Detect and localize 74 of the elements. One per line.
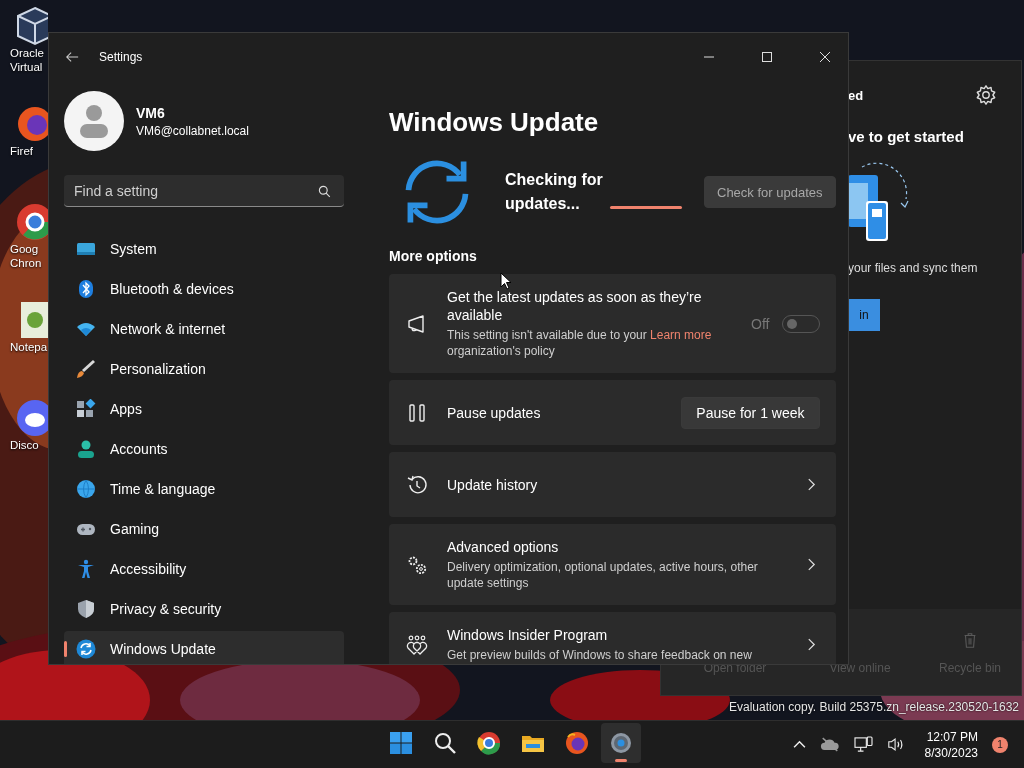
chevron-up-icon[interactable] — [792, 740, 806, 749]
notification-badge[interactable]: 1 — [992, 736, 1008, 753]
option-title: Get the latest updates as soon as they’re available — [447, 288, 703, 324]
time-icon — [76, 479, 96, 499]
volume-icon[interactable] — [886, 737, 905, 752]
nav-item[interactable]: Bluetooth & devices — [64, 271, 344, 307]
accounts-icon — [76, 439, 96, 459]
account-name: VM6 — [136, 104, 166, 121]
panel-heading: ve to get started — [848, 128, 965, 145]
option-description: Get preview builds of Windows to share feedback on new — [447, 647, 753, 663]
desktop-icon-label: Virtual — [9, 60, 43, 74]
desktop-icon-label: Firef — [9, 144, 33, 158]
section-heading: More options — [389, 248, 478, 264]
chevron-icon — [806, 478, 816, 491]
hearts-icon — [406, 633, 428, 656]
sign-in-button[interactable]: in — [848, 299, 880, 331]
option-title: Pause updates — [447, 403, 542, 422]
avatar — [64, 91, 124, 151]
nav-item[interactable]: System — [64, 231, 344, 267]
nav-item[interactable]: Privacy & security — [64, 591, 344, 627]
option-card[interactable]: Windows Insider Program Get preview builds of Windows to share feedback on new — [389, 612, 836, 664]
desktop-icon-label: Notepa — [9, 340, 48, 354]
chevron-icon — [806, 558, 816, 571]
history-icon — [406, 473, 428, 496]
toggle-state-label: Off — [751, 315, 770, 332]
search-icon[interactable] — [318, 185, 331, 198]
desktop-icon-label: Chron — [9, 256, 42, 270]
option-title: Update history — [447, 475, 539, 494]
nav-item[interactable]: Windows Update — [64, 631, 344, 664]
window-title: Settings — [99, 50, 143, 64]
option-description: This setting isn't available due to your Learn more organization's policy — [447, 327, 713, 359]
settings-icon[interactable] — [975, 84, 997, 106]
cube-icon[interactable] — [15, 6, 48, 46]
option-card[interactable]: Advanced options Delivery optimization, optional updates, active hours, other update settings — [389, 524, 836, 605]
clock[interactable]: 12:07 PM 8/30/2023 — [924, 728, 978, 761]
option-title: Advanced options — [447, 538, 560, 556]
cloud-off-icon[interactable] — [819, 737, 840, 752]
nav-item[interactable]: Accessibility — [64, 551, 344, 587]
option-card[interactable]: Update history — [389, 452, 836, 517]
panel-title: ed — [848, 87, 864, 103]
nav-item[interactable]: Network & internet — [64, 311, 344, 347]
option-description: Delivery optimization, optional updates, active hours, other update settings — [447, 559, 759, 591]
apps-icon — [76, 399, 96, 419]
desktop-icon-label: Disco — [9, 438, 39, 452]
nav-item[interactable]: Gaming — [64, 511, 344, 547]
browser-icon — [477, 731, 501, 755]
pause-icon — [406, 401, 428, 424]
search-icon — [433, 731, 457, 755]
chevron-icon — [806, 638, 816, 651]
nav-item[interactable]: Personalization — [64, 351, 344, 387]
fox-icon — [565, 731, 589, 755]
network-icon[interactable] — [853, 736, 873, 753]
back-icon[interactable] — [65, 50, 79, 64]
brush-icon — [76, 359, 96, 379]
shield-icon — [76, 599, 96, 619]
update-icon — [76, 639, 96, 659]
cursor-icon — [500, 272, 512, 290]
maximize-icon[interactable] — [761, 51, 773, 63]
pause-button[interactable]: Pause for 1 week — [681, 396, 820, 429]
close-icon[interactable] — [819, 51, 831, 63]
option-title: Windows Insider Program — [447, 626, 609, 644]
panel-text: your files and sync them — [848, 261, 979, 275]
search-field[interactable]: Find a setting — [64, 175, 344, 207]
update-status: Checking for updates... — [505, 170, 604, 214]
settings-icon — [609, 731, 633, 755]
page-title: Windows Update — [389, 107, 600, 138]
desktop-icon-label: Goog — [9, 242, 39, 256]
bluetooth-icon — [76, 279, 96, 299]
desktop-icon-label: Oracle — [9, 46, 44, 60]
nav-item[interactable]: Accounts — [64, 431, 344, 467]
nav-item[interactable]: Apps — [64, 391, 344, 427]
nav-item[interactable]: Time & language — [64, 471, 344, 507]
account-email: VM6@collabnet.local — [136, 123, 249, 138]
windows-icon — [389, 731, 413, 755]
